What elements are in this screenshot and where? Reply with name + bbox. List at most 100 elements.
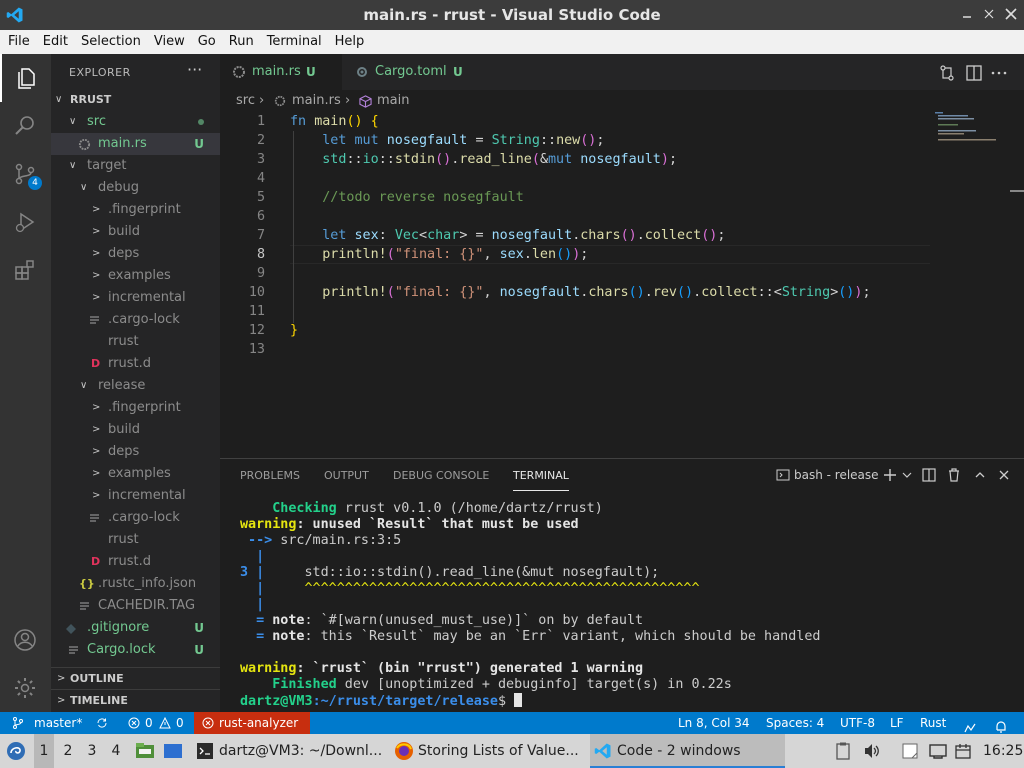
menu-go[interactable]: Go [190,30,221,54]
d-file-icon: D [91,555,101,568]
tree-item[interactable]: .cargo-lock [51,507,220,529]
tree-item[interactable]: Drrust.d [51,353,220,375]
manage-activity-button[interactable] [0,664,51,712]
menu-file[interactable]: File [0,30,35,54]
workspace-2[interactable]: 2 [58,734,78,768]
tree-item[interactable]: > build [51,221,220,243]
search-activity-button[interactable] [0,102,51,150]
terminal-line: warning: `rrust` (bin "rrust") generated… [240,661,644,676]
updates-icon[interactable] [954,742,972,760]
tree-item[interactable]: > examples [51,265,220,287]
tree-item-label: .cargo-lock [108,510,180,525]
panel-tab-output[interactable]: OUTPUT [324,469,369,491]
language-mode[interactable]: Rust [920,712,946,734]
indentation[interactable]: Spaces: 4 [766,712,824,734]
tree-item-label: rrust.d [108,356,151,371]
menu-view[interactable]: View [146,30,190,54]
tree-item-label: .fingerprint [108,202,181,217]
error-icon [202,717,214,729]
tree-item[interactable]: .gitignore U [51,617,220,639]
tree-item[interactable]: > .fingerprint [51,397,220,419]
code-editor[interactable]: 1 2 3 4 5 6 7 8 9 10 11 12 13 fn main() { let mut no… [220,112,1024,458]
code-line-12: } [290,323,299,338]
panel-tab-debug-console[interactable]: DEBUG CONSOLE [393,469,489,491]
menu-selection[interactable]: Selection [73,30,146,54]
explorer-more-actions[interactable]: ··· [187,60,202,79]
workspace-3[interactable]: 3 [82,734,102,768]
trash-icon[interactable] [946,467,962,483]
clock[interactable]: 16:25 [983,734,1023,768]
tree-item[interactable]: > build [51,419,220,441]
open-changes-icon[interactable] [938,64,956,82]
close-window-icon[interactable] [1002,5,1020,23]
extensions-activity-button[interactable] [0,246,51,294]
tree-item[interactable]: ∨ release [51,375,220,397]
breadcrumb-folder[interactable]: src [236,90,255,112]
tree-item[interactable]: CACHEDIR.TAG [51,595,220,617]
panel-tab-problems[interactable]: PROBLEMS [240,469,300,491]
tree-item[interactable]: > examples [51,463,220,485]
explorer-activity-button[interactable] [0,54,51,102]
network-icon[interactable] [928,742,948,760]
run-debug-activity-button[interactable] [0,198,51,246]
chevron-down-icon[interactable] [899,467,915,483]
timeline-section[interactable]: > TIMELINE [51,689,220,711]
encoding[interactable]: UTF-8 [840,712,875,734]
tree-item[interactable]: main.rs U [51,133,220,155]
end-of-line[interactable]: LF [890,712,904,734]
chevron-down-icon: ∨ [80,380,88,391]
tree-item[interactable]: Drrust.d [51,551,220,573]
tree-item[interactable]: > incremental [51,485,220,507]
new-terminal-icon[interactable] [882,467,898,483]
taskbar-window-terminal[interactable]: dartz@VM3: ~/Downl... [193,734,388,768]
file-manager-icon[interactable] [135,742,155,760]
tree-item[interactable]: {} .rustc_info.json [51,573,220,595]
tree-item[interactable]: ∨ debug [51,177,220,199]
menu-terminal[interactable]: Terminal [259,30,327,54]
tree-item[interactable]: .cargo-lock [51,309,220,331]
breadcrumb-symbol[interactable]: main [377,90,409,112]
maximize-icon[interactable] [980,5,998,23]
workspace-1[interactable]: 1 [34,734,54,768]
tree-item[interactable]: rrust [51,331,220,353]
panel-tab-terminal[interactable]: TERMINAL [513,469,569,491]
cursor-position[interactable]: Ln 8, Col 34 [678,712,750,734]
menu-edit[interactable]: Edit [35,30,73,54]
tree-item[interactable]: > incremental [51,287,220,309]
tab-cargo-toml[interactable]: Cargo.toml U [343,54,487,90]
explorer-root-folder[interactable]: ∨ RRUST [51,89,220,111]
tab-main-rs[interactable]: main.rs U [220,54,342,90]
breadcrumb-file[interactable]: main.rs [292,90,341,112]
maximize-panel-icon[interactable] [972,467,988,483]
outline-section[interactable]: > OUTLINE [51,667,220,689]
git-file-icon [66,624,76,634]
split-terminal-icon[interactable] [921,467,937,483]
source-control-activity-button[interactable]: 4 [0,150,51,198]
tree-item[interactable]: > deps [51,441,220,463]
menu-run[interactable]: Run [221,30,259,54]
debian-menu-icon[interactable] [6,741,26,761]
minimize-icon[interactable] [958,5,976,23]
clipboard-icon[interactable] [835,742,851,760]
show-desktop-icon[interactable] [163,743,183,759]
tree-item[interactable]: ∨ src [51,111,220,133]
volume-icon[interactable] [863,742,881,760]
taskbar-window-firefox[interactable]: Storing Lists of Value... [392,734,587,768]
accounts-activity-button[interactable] [0,616,51,664]
close-panel-icon[interactable] [996,467,1012,483]
taskbar-window-vscode[interactable]: Code - 2 windows [590,734,785,768]
workspace-4[interactable]: 4 [106,734,126,768]
more-actions-icon[interactable] [990,64,1008,82]
rust-analyzer-status[interactable]: rust-analyzer [194,712,310,734]
tree-item[interactable]: > deps [51,243,220,265]
notes-icon[interactable] [901,742,919,760]
menu-help[interactable]: Help [327,30,370,54]
tree-item[interactable]: Cargo.lock U [51,639,220,661]
tree-item[interactable]: rrust [51,529,220,551]
chevron-right-icon: > [92,402,101,413]
tree-item[interactable]: ∨ target [51,155,220,177]
split-editor-icon[interactable] [965,64,983,82]
tree-item[interactable]: > .fingerprint [51,199,220,221]
menu-bar: File Edit Selection View Go Run Terminal Help [0,30,1024,54]
tree-item-label: rrust.d [108,554,151,569]
